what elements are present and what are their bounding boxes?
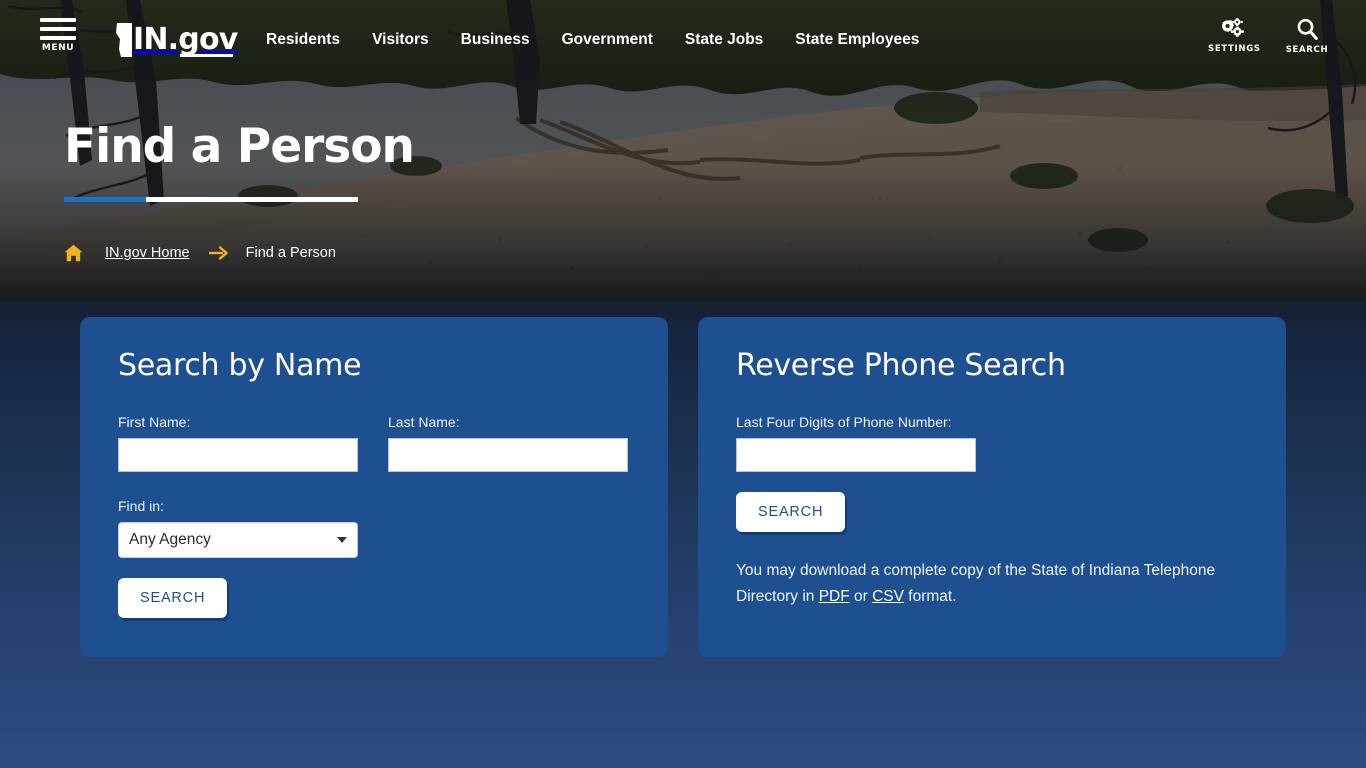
csv-download-link[interactable]: CSV	[872, 588, 904, 605]
find-in-label: Find in:	[118, 498, 164, 514]
nav-item-state-employees[interactable]: State Employees	[779, 25, 935, 55]
gears-icon	[1222, 18, 1244, 37]
ingov-logo-text: IN.gov	[133, 22, 238, 57]
last-name-label: Last Name:	[388, 414, 460, 430]
title-accent-rule	[64, 197, 358, 203]
first-name-label: First Name:	[118, 414, 191, 430]
search-button-label: SEARCH	[1285, 45, 1329, 55]
search-by-name-card: Search by Name First Name: Last Name: Fi…	[80, 317, 668, 657]
find-in-select[interactable]: Any Agency	[118, 522, 358, 558]
phone-fields-row: Last Four Digits of Phone Number:	[736, 414, 1248, 472]
find-in-field-group: Find in: Any Agency	[118, 498, 630, 558]
house-icon[interactable]	[64, 244, 83, 262]
phone-search-submit-button[interactable]: SEARCH	[736, 492, 846, 532]
last-name-field-group: Last Name:	[388, 414, 628, 472]
nav-item-business[interactable]: Business	[445, 25, 546, 55]
menu-button[interactable]: MENU	[36, 18, 80, 53]
breadcrumb-current-page: Find a Person	[245, 245, 336, 261]
breadcrumb: IN.gov Home Find a Person	[64, 244, 336, 262]
title-accent-fill	[64, 197, 146, 203]
last-name-input[interactable]	[388, 438, 628, 472]
search-button-header[interactable]: SEARCH	[1284, 18, 1330, 55]
download-note-text-3: format.	[903, 587, 957, 605]
page-title: Find a Person	[64, 119, 415, 174]
download-note-text-2: or	[849, 587, 873, 605]
phone-digits-field-group: Last Four Digits of Phone Number:	[736, 414, 976, 472]
logo-underline	[180, 54, 233, 57]
primary-navigation: Residents Visitors Business Government S…	[266, 0, 935, 80]
nav-item-state-jobs[interactable]: State Jobs	[669, 25, 779, 55]
phone-digits-label: Last Four Digits of Phone Number:	[736, 414, 952, 430]
ingov-logo[interactable]: IN.gov	[114, 22, 238, 58]
name-search-submit-button[interactable]: SEARCH	[118, 578, 228, 618]
nav-item-government[interactable]: Government	[546, 25, 669, 55]
magnifier-icon	[1297, 18, 1318, 40]
breadcrumb-home-link[interactable]: IN.gov Home	[105, 245, 190, 261]
hero-content: Find a Person	[64, 119, 415, 203]
download-note-text-1: You may download a complete copy of the …	[736, 562, 1216, 605]
menu-button-label: MENU	[41, 43, 75, 53]
title-accent-thin-line	[146, 199, 358, 201]
hamburger-icon	[40, 18, 76, 40]
header-tools: SETTINGS SEARCH	[1208, 18, 1330, 55]
arrow-right-icon	[208, 246, 228, 260]
search-by-name-title: Search by Name	[118, 348, 362, 383]
directory-download-note: You may download a complete copy of the …	[736, 558, 1248, 609]
nav-item-visitors[interactable]: Visitors	[356, 25, 445, 55]
indiana-state-shape-icon	[116, 23, 132, 57]
pdf-download-link[interactable]: PDF	[819, 588, 850, 605]
reverse-phone-search-title: Reverse Phone Search	[736, 348, 1066, 383]
search-cards-container: Search by Name First Name: Last Name: Fi…	[80, 317, 1286, 657]
name-fields-row: First Name: Last Name:	[118, 414, 630, 472]
first-name-field-group: First Name:	[118, 414, 358, 472]
phone-digits-input[interactable]	[736, 438, 976, 472]
settings-button-label: SETTINGS	[1208, 44, 1261, 54]
first-name-input[interactable]	[118, 438, 358, 472]
reverse-phone-search-card: Reverse Phone Search Last Four Digits of…	[698, 317, 1286, 657]
site-header: MENU IN.gov Residents Visitors Business …	[0, 0, 1366, 80]
find-in-select-wrapper[interactable]: Any Agency	[118, 522, 358, 558]
nav-item-residents[interactable]: Residents	[266, 25, 356, 55]
settings-button[interactable]: SETTINGS	[1208, 18, 1261, 54]
